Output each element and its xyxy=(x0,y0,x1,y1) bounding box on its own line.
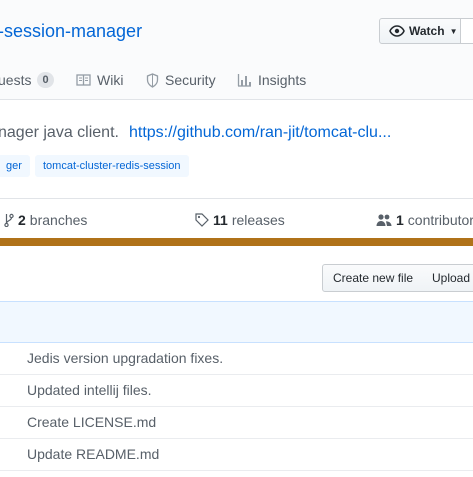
tab-label: Insights xyxy=(258,72,307,88)
book-icon xyxy=(76,74,91,86)
contributors-label: contributor xyxy=(407,212,473,228)
contributors-count: 1 xyxy=(396,212,404,228)
tag-icon xyxy=(195,213,209,227)
create-new-file-button[interactable]: Create new file xyxy=(322,264,425,292)
branches-link[interactable]: 2 branches xyxy=(4,212,87,228)
tab-wiki[interactable]: Wiki xyxy=(76,72,123,88)
latest-commit-bar xyxy=(0,301,473,343)
commit-message-link[interactable]: Create LICENSE.md xyxy=(27,414,156,430)
tab-insights[interactable]: Insights xyxy=(237,72,306,88)
watch-count[interactable] xyxy=(461,18,473,44)
description-text: nager java client. xyxy=(0,124,119,141)
watch-button[interactable]: Watch ▼ xyxy=(379,18,461,44)
commit-message-link[interactable]: Updated intellij files. xyxy=(27,382,152,398)
pull-requests-counter: 0 xyxy=(37,72,54,88)
file-row[interactable]: Create LICENSE.md xyxy=(0,406,473,439)
branches-label: branches xyxy=(29,212,88,228)
watch-label: Watch xyxy=(409,24,445,38)
graph-icon xyxy=(237,74,251,87)
contributors-link[interactable]: 1 contributor xyxy=(376,212,473,228)
tab-label: Wiki xyxy=(97,72,124,88)
commit-message-link[interactable]: Jedis version upgradation fixes. xyxy=(27,350,223,366)
topic-tag[interactable]: ger xyxy=(0,155,30,177)
language-bar[interactable] xyxy=(0,238,473,246)
tab-pull-requests[interactable]: uests 0 xyxy=(0,72,54,88)
file-row[interactable]: Updated intellij files. xyxy=(0,374,473,407)
tab-label: uests xyxy=(0,72,32,88)
branch-icon xyxy=(4,213,14,227)
upload-files-button[interactable]: Upload xyxy=(422,264,473,292)
topic-tag[interactable]: tomcat-cluster-redis-session xyxy=(35,155,189,177)
releases-label: releases xyxy=(231,212,285,228)
shield-icon xyxy=(146,72,159,88)
repo-name-link[interactable]: -session-manager xyxy=(0,21,142,42)
people-icon xyxy=(376,214,392,226)
file-row[interactable]: Update README.md xyxy=(0,438,473,471)
tab-security[interactable]: Security xyxy=(146,72,216,88)
releases-count: 11 xyxy=(213,212,228,228)
homepage-link[interactable]: https://github.com/ran-jit/tomcat-clu... xyxy=(129,124,391,141)
caret-down-icon: ▼ xyxy=(449,26,458,36)
branches-count: 2 xyxy=(18,212,26,228)
eye-icon xyxy=(389,25,405,37)
releases-link[interactable]: 11 releases xyxy=(195,212,285,228)
tab-label: Security xyxy=(165,72,216,88)
commit-message-link[interactable]: Update README.md xyxy=(27,446,159,462)
file-row[interactable]: Jedis version upgradation fixes. xyxy=(0,342,473,375)
repo-description: nager java client. https://github.com/ran… xyxy=(0,124,391,142)
